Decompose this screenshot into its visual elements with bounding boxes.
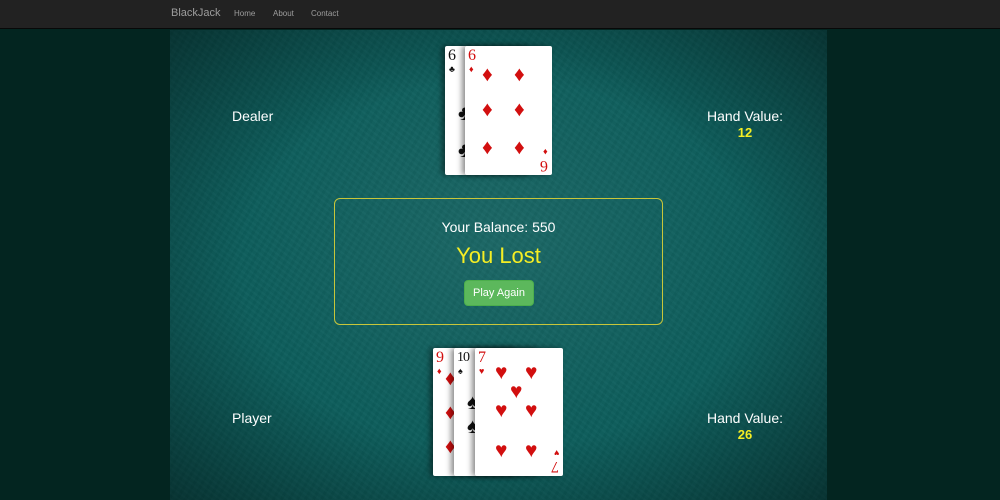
dealer-hand-value-label: Hand Value: (706, 108, 783, 124)
heart-icon: ♥ (479, 366, 485, 376)
heart-icon: ♥ (495, 438, 508, 462)
diamond-icon: ♦ (482, 62, 493, 86)
diamond-icon: ♦ (469, 64, 474, 74)
player-card-3: 7 ♥ ♥ ♥ ♥ ♥ ♥ ♥ ♥ ♥ 7 (475, 348, 563, 476)
diamond-icon: ♦ (482, 97, 493, 121)
nav-contact-link[interactable]: Contact (311, 9, 339, 18)
card-rank: 6 (540, 157, 548, 174)
game-result-text: You Lost (456, 243, 541, 268)
diamond-icon: ♦ (514, 62, 525, 86)
spade-icon: ♠ (458, 366, 463, 376)
nav-about-link[interactable]: About (273, 9, 294, 18)
heart-icon: ♥ (525, 438, 538, 462)
brand-link[interactable]: BlackJack (171, 7, 221, 19)
diamond-icon: ♦ (543, 147, 548, 157)
balance-text: Your Balance: 550 (441, 219, 556, 235)
result-panel: Your Balance: 550 You Lost Play Again (334, 198, 663, 325)
heart-icon: ♥ (525, 398, 538, 422)
heart-icon: ♥ (553, 448, 559, 458)
top-navbar: BlackJack Home About Contact (0, 0, 1000, 29)
player-label: Player (232, 410, 272, 426)
dealer-hand-value: Hand Value: 12 (704, 108, 786, 140)
diamond-icon: ♦ (514, 135, 525, 159)
heart-icon: ♥ (495, 398, 508, 422)
player-hand-value: Hand Value: 26 (704, 410, 786, 442)
dealer-hand-value-number: 12 (737, 125, 753, 140)
diamond-icon: ♦ (514, 97, 525, 121)
heart-icon: ♥ (510, 379, 523, 403)
card-rank: 9 (436, 349, 444, 366)
diamond-icon: ♦ (437, 366, 442, 376)
card-rank: 10 (457, 350, 470, 365)
play-again-button[interactable]: Play Again (464, 280, 534, 306)
dealer-label: Dealer (232, 108, 274, 124)
player-hand-value-number: 26 (737, 427, 753, 442)
heart-icon: ♥ (495, 360, 508, 384)
card-rank: 7 (478, 349, 486, 366)
card-rank: 7 (551, 458, 559, 475)
nav-home-link[interactable]: Home (234, 9, 255, 18)
player-hand-value-label: Hand Value: (706, 410, 783, 426)
diamond-icon: ♦ (482, 135, 493, 159)
card-rank: 6 (468, 47, 476, 64)
card-rank: 6 (448, 47, 456, 64)
dealer-card-2: 6 ♦ ♦ ♦ ♦ ♦ ♦ ♦ ♦ 6 (465, 46, 552, 175)
heart-icon: ♥ (525, 360, 538, 384)
club-icon: ♣ (449, 64, 455, 74)
